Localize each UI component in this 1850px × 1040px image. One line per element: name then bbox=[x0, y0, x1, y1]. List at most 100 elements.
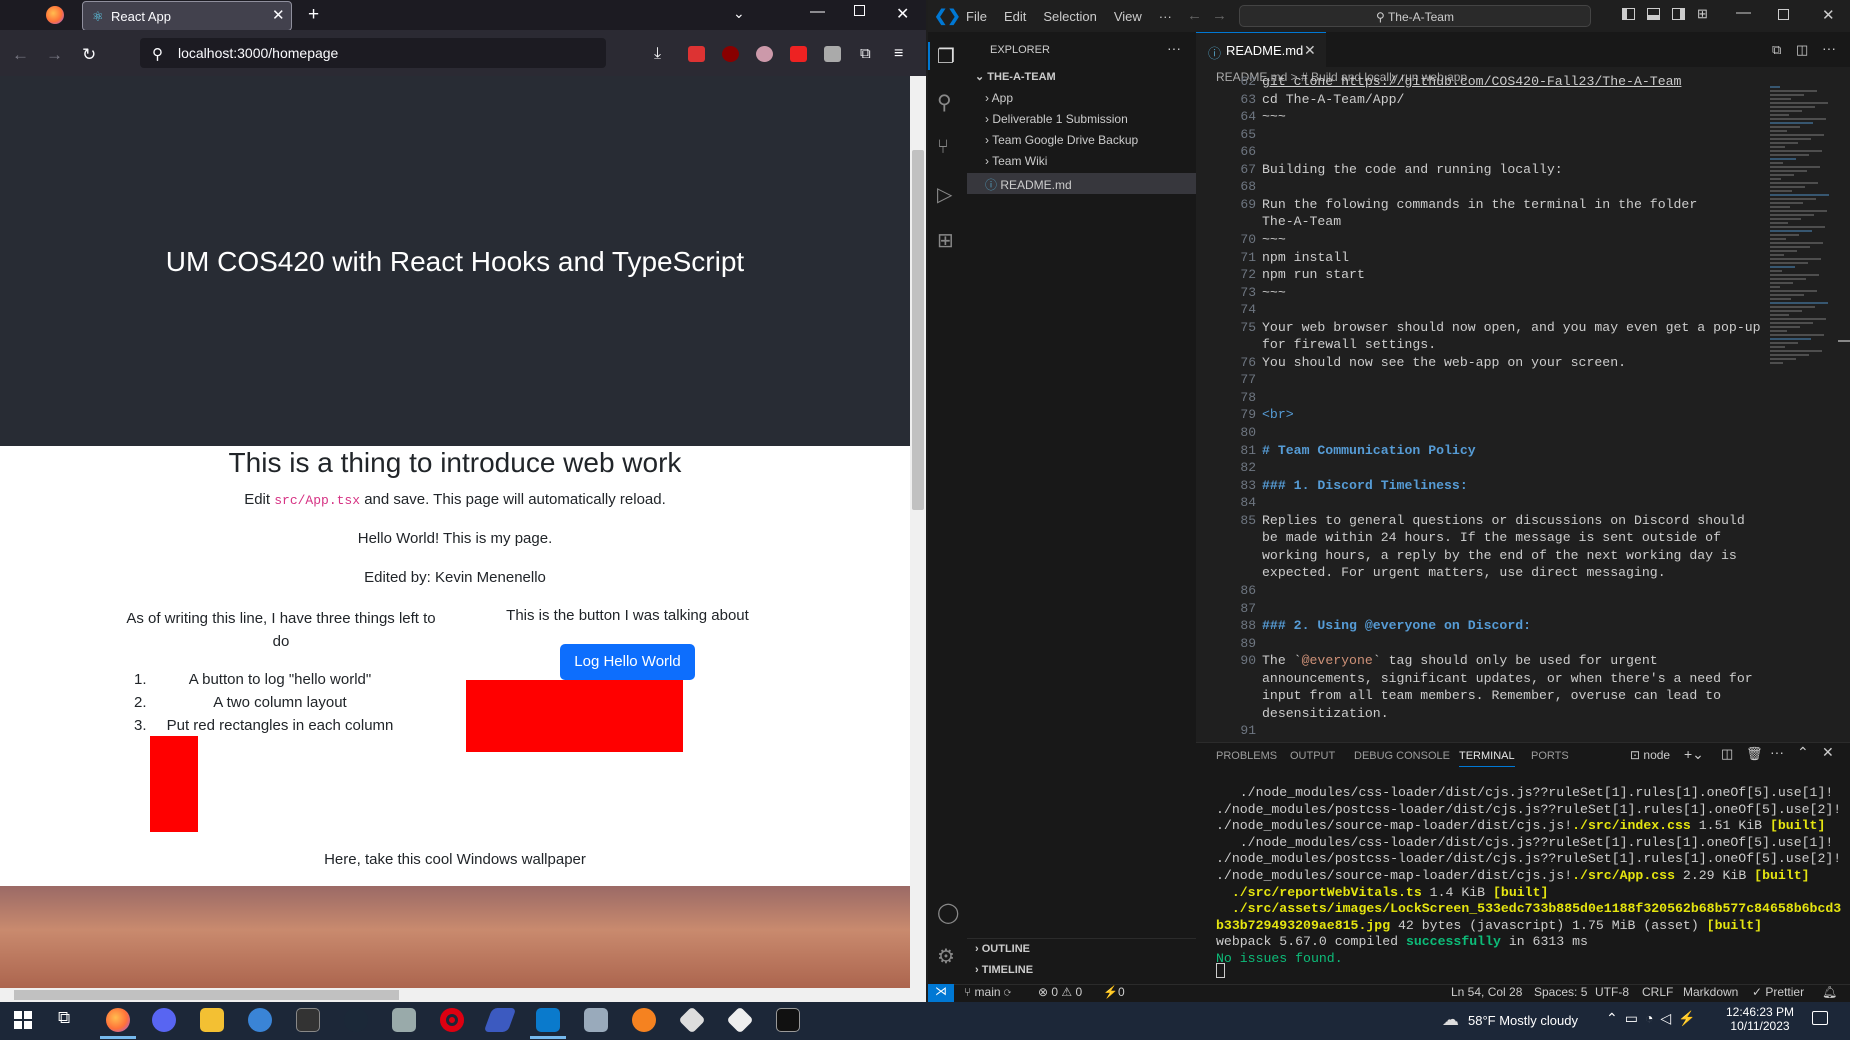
tree-item-deliverable[interactable]: › Deliverable 1 Submission bbox=[985, 112, 1128, 126]
kill-terminal-icon[interactable]: 🗑 bbox=[1746, 746, 1763, 762]
taskbar-app-icon[interactable] bbox=[392, 1008, 416, 1032]
open-preview-icon[interactable]: ⧉ bbox=[1772, 42, 1781, 58]
forward-icon[interactable]: → bbox=[46, 45, 63, 65]
customize-layout-icon[interactable]: ⊞ bbox=[1697, 6, 1708, 22]
firefox-icon[interactable] bbox=[46, 6, 64, 24]
close-tab-icon[interactable]: ✕ bbox=[272, 6, 285, 24]
code-line[interactable]: ~~~ bbox=[1262, 285, 1286, 300]
tab-ports[interactable]: PORTS bbox=[1531, 750, 1569, 762]
weather-text[interactable]: 58°F Mostly cloudy bbox=[1468, 1013, 1578, 1028]
menu-file[interactable]: File bbox=[966, 9, 987, 24]
taskbar-discord-icon[interactable] bbox=[152, 1008, 176, 1032]
taskbar-steam-icon[interactable] bbox=[344, 1008, 368, 1032]
menu-edit[interactable]: Edit bbox=[1004, 9, 1026, 24]
nav-back-icon[interactable]: ← bbox=[1187, 7, 1202, 24]
close-tab-icon[interactable]: ✕ bbox=[1304, 42, 1316, 59]
toggle-sidebar-icon[interactable] bbox=[1622, 8, 1635, 20]
split-terminal-icon[interactable]: ◫ bbox=[1721, 746, 1733, 762]
windows-start-icon[interactable] bbox=[14, 1011, 32, 1029]
code-line[interactable]: Your web browser should now open, and yo… bbox=[1262, 320, 1761, 335]
ports-indicator[interactable]: ⚡0 bbox=[1103, 985, 1125, 999]
menu-more[interactable]: ··· bbox=[1159, 9, 1172, 24]
extension-lastpass-icon[interactable] bbox=[688, 46, 705, 62]
code-line[interactable]: npm install bbox=[1262, 250, 1349, 265]
line-ending[interactable]: CRLF bbox=[1642, 985, 1673, 999]
vscode-minimize-icon[interactable]: — bbox=[1736, 4, 1751, 21]
maximize-icon[interactable] bbox=[854, 5, 865, 16]
terminal-profile[interactable]: ⊡ node bbox=[1630, 748, 1670, 762]
language-mode[interactable]: Markdown bbox=[1683, 985, 1738, 999]
extensions-icon[interactable]: ⊞ bbox=[937, 228, 954, 253]
extension-avatar-icon[interactable] bbox=[756, 46, 773, 62]
accounts-icon[interactable]: ◯ bbox=[937, 900, 959, 925]
close-panel-icon[interactable]: ✕ bbox=[1822, 744, 1834, 761]
code-line[interactable]: Run the folowing commands in the termina… bbox=[1262, 197, 1697, 212]
horizontal-scroll-thumb[interactable] bbox=[14, 990, 399, 1000]
search-view-icon[interactable]: ⚲ bbox=[937, 90, 952, 115]
taskbar-app2-icon[interactable] bbox=[584, 1008, 608, 1032]
source-control-icon[interactable]: ⑂ bbox=[937, 136, 949, 159]
indentation[interactable]: Spaces: 5 bbox=[1534, 985, 1587, 999]
log-hello-world-button[interactable]: Log Hello World bbox=[560, 644, 695, 680]
task-view-icon[interactable]: ⧉ bbox=[58, 1008, 70, 1028]
outline-section[interactable]: › OUTLINE bbox=[975, 943, 1030, 955]
timeline-section[interactable]: › TIMELINE bbox=[975, 964, 1033, 976]
tree-item-app[interactable]: › App bbox=[985, 91, 1013, 105]
extension-ublock-icon[interactable] bbox=[722, 46, 739, 62]
code-line[interactable]: Building the code and running locally: bbox=[1262, 162, 1563, 177]
taskbar-file-explorer-icon[interactable] bbox=[200, 1008, 224, 1032]
command-center-search[interactable]: ⚲ The-A-Team bbox=[1239, 5, 1591, 27]
manage-gear-icon[interactable]: ⚙ bbox=[937, 944, 955, 969]
taskbar-terminal-icon[interactable] bbox=[296, 1008, 320, 1032]
back-icon[interactable]: ← bbox=[12, 45, 29, 65]
maximize-panel-icon[interactable]: ⌃ bbox=[1797, 744, 1809, 761]
code-line[interactable]: desensitization. bbox=[1262, 706, 1389, 721]
editor-area[interactable] bbox=[1196, 32, 1850, 742]
tab-react-app[interactable]: React App bbox=[82, 1, 292, 31]
code-line[interactable]: npm run start bbox=[1262, 267, 1365, 282]
minimap[interactable] bbox=[1770, 86, 1834, 376]
url-bar[interactable]: localhost:3000/homepage bbox=[140, 38, 606, 68]
workspace-root[interactable]: ⌄ THE-A-TEAM bbox=[975, 70, 1056, 83]
extension-reader-icon[interactable] bbox=[824, 46, 841, 62]
clock[interactable]: 12:46:23 PM 10/11/2023 bbox=[1720, 1005, 1800, 1033]
new-tab-icon[interactable]: + bbox=[308, 4, 319, 26]
code-line[interactable]: git clone https://github.com/COS420-Fall… bbox=[1262, 74, 1681, 89]
tab-output[interactable]: OUTPUT bbox=[1290, 750, 1335, 762]
code-line[interactable]: working hours, a reply by the end of the… bbox=[1262, 548, 1737, 563]
taskbar-vscode-icon[interactable] bbox=[536, 1008, 560, 1032]
tab-problems[interactable]: PROBLEMS bbox=[1216, 750, 1277, 762]
nav-forward-icon[interactable]: → bbox=[1212, 7, 1227, 24]
code-line[interactable]: # Team Communication Policy bbox=[1262, 443, 1476, 458]
tab-terminal[interactable]: TERMINAL bbox=[1459, 750, 1515, 767]
taskbar-search-app-icon[interactable] bbox=[632, 1008, 656, 1032]
menu-hamburger-icon[interactable]: ≡ bbox=[894, 45, 903, 63]
code-line[interactable]: input from all team members. Remember, o… bbox=[1262, 688, 1721, 703]
branch-indicator[interactable]: ⑂ main ⟳ bbox=[964, 985, 1011, 999]
notifications-bell-icon[interactable]: 🔔︎ bbox=[1822, 985, 1837, 999]
vertical-scroll-thumb[interactable] bbox=[912, 150, 924, 510]
remote-indicator-icon[interactable]: ⋊ bbox=[928, 984, 954, 1002]
list-tabs-icon[interactable]: ⌄ bbox=[733, 5, 745, 22]
explorer-icon[interactable]: ❐ bbox=[937, 44, 955, 69]
taskbar-opera-icon[interactable] bbox=[440, 1008, 464, 1032]
editor-more-icon[interactable]: ··· bbox=[1822, 40, 1836, 56]
close-window-icon[interactable]: ✕ bbox=[896, 4, 909, 24]
problems-indicator[interactable]: ⊗ 0 ⚠ 0 bbox=[1038, 985, 1082, 999]
split-editor-icon[interactable]: ◫ bbox=[1796, 42, 1808, 58]
tree-item-team-wiki[interactable]: › Team Wiki bbox=[985, 154, 1047, 168]
code-line[interactable]: You should now see the web-app on your s… bbox=[1262, 355, 1626, 370]
vscode-maximize-icon[interactable] bbox=[1778, 9, 1789, 20]
menu-selection[interactable]: Selection bbox=[1043, 9, 1096, 24]
code-line[interactable]: ### 1. Discord Timeliness: bbox=[1262, 478, 1468, 493]
code-line[interactable]: ~~~ bbox=[1262, 232, 1286, 247]
run-debug-icon[interactable]: ▷ bbox=[937, 182, 952, 207]
code-line[interactable]: be made within 24 hours. If the message … bbox=[1262, 530, 1721, 545]
extensions-puzzle-icon[interactable]: ⧉ bbox=[860, 45, 871, 62]
code-line[interactable]: ~~~ bbox=[1262, 109, 1286, 124]
code-line[interactable]: announcements, significant updates, or w… bbox=[1262, 671, 1753, 686]
tree-item-drive-backup[interactable]: › Team Google Drive Backup bbox=[985, 133, 1138, 147]
encoding[interactable]: UTF-8 bbox=[1595, 985, 1629, 999]
reload-icon[interactable]: ↻ bbox=[82, 45, 96, 65]
code-line[interactable]: Replies to general questions or discussi… bbox=[1262, 513, 1745, 528]
